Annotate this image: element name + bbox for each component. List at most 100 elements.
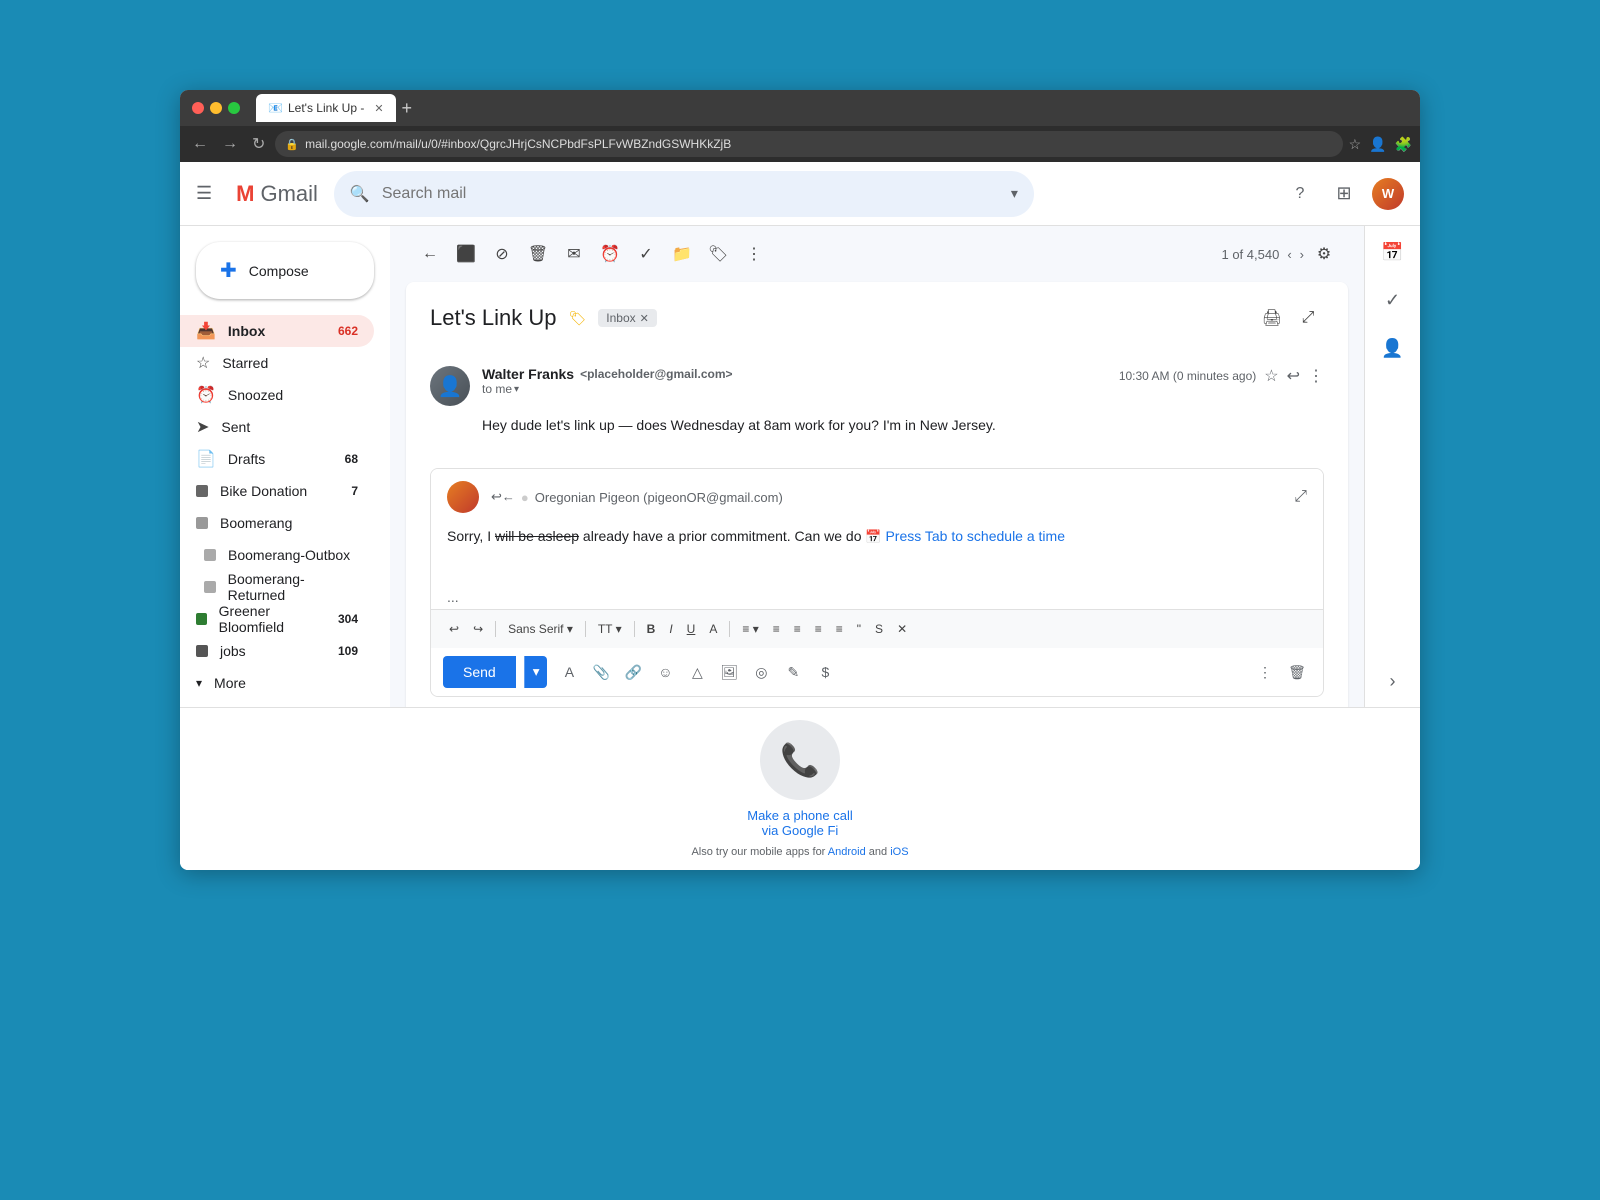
blockquote-button[interactable]: " — [851, 618, 867, 640]
drafts-badge: 68 — [345, 452, 358, 466]
minimize-traffic-light[interactable] — [210, 102, 222, 114]
forward-button[interactable]: → — [218, 131, 242, 157]
profile-icon[interactable]: 👤 — [1369, 136, 1386, 153]
insert-photo-button[interactable]: 🖼 — [715, 658, 743, 686]
to-me-label[interactable]: to me ▾ — [482, 382, 1107, 396]
clear-format-button[interactable]: ✕ — [891, 618, 913, 640]
font-size-button[interactable]: TT ▾ — [592, 618, 628, 640]
browser-tab-active[interactable]: 📧 Let's Link Up - ✕ — [256, 94, 396, 122]
search-dropdown-icon[interactable]: ▾ — [1011, 185, 1018, 202]
sidebar-item-drafts[interactable]: 📄 Drafts 68 — [180, 443, 374, 475]
close-traffic-light[interactable] — [192, 102, 204, 114]
sidebar-item-more[interactable]: ▾ More — [180, 667, 374, 699]
sidebar-item-snoozed[interactable]: ⏰ Snoozed — [180, 379, 374, 411]
sidebar-item-boomerang-outbox[interactable]: Boomerang-Outbox — [180, 539, 374, 571]
indent-less-button[interactable]: ≡ — [809, 618, 828, 640]
delete-button[interactable]: 🗑 — [522, 238, 554, 270]
insert-signature-button[interactable]: ◎ — [747, 658, 775, 686]
sidebar-item-jobs[interactable]: jobs 109 — [180, 635, 374, 667]
numbered-list-button[interactable]: ≡ — [767, 618, 786, 640]
drive-button[interactable]: △ — [683, 658, 711, 686]
smart-reply-hint[interactable]: Press Tab to schedule a time — [885, 528, 1065, 544]
reply-body[interactable]: Sorry, I will be asleep already have a p… — [431, 525, 1323, 585]
report-spam-button[interactable]: ⊘ — [486, 238, 518, 270]
reply-strikethrough: will be asleep — [495, 528, 579, 544]
attach-file-button[interactable]: 📎 — [587, 658, 615, 686]
right-panel-expand-button[interactable]: › — [1375, 663, 1411, 699]
print-button[interactable]: 🖨 — [1256, 302, 1288, 334]
bike-donation-dot — [196, 485, 208, 497]
pencil-button[interactable]: ✎ — [779, 658, 807, 686]
prev-email-button[interactable]: ‹ — [1287, 247, 1291, 262]
right-panel-calendar-button[interactable]: 📅 — [1375, 234, 1411, 270]
right-panel-tasks-button[interactable]: ✓ — [1375, 282, 1411, 318]
insert-emoji-button[interactable]: ☺ — [651, 658, 679, 686]
sidebar-item-greener-bloomfield[interactable]: Greener Bloomfield 304 — [180, 603, 374, 635]
bold-button[interactable]: B — [641, 618, 662, 640]
send-button[interactable]: Send — [443, 656, 516, 688]
archive-button[interactable]: ⬛ — [450, 238, 482, 270]
back-to-list-button[interactable]: ← — [414, 238, 446, 270]
redo-button[interactable]: ↪ — [467, 618, 489, 640]
bulleted-list-button[interactable]: ≡ — [788, 618, 807, 640]
maximize-traffic-light[interactable] — [228, 102, 240, 114]
search-input[interactable] — [382, 185, 999, 203]
text-format-icon-btn[interactable]: A — [555, 658, 583, 686]
help-button[interactable]: ? — [1284, 178, 1316, 210]
move-to-button[interactable]: 📁 — [666, 238, 698, 270]
search-box[interactable]: 🔍 ▾ — [334, 171, 1034, 217]
sidebar-item-inbox[interactable]: 📥 Inbox 662 — [180, 315, 374, 347]
more-toolbar-button[interactable]: ⋮ — [738, 238, 770, 270]
extensions-icon[interactable]: 🧩 — [1395, 136, 1412, 153]
format-separator-1 — [495, 621, 496, 637]
hamburger-menu[interactable]: ☰ — [196, 183, 212, 204]
phone-call-link[interactable]: Make a phone call via Google Fi — [747, 808, 853, 838]
discard-draft-button[interactable]: 🗑 — [1283, 658, 1311, 686]
label-button[interactable]: 🏷 — [702, 238, 734, 270]
reply-expand-button[interactable]: ⤢ — [1294, 488, 1307, 506]
sidebar-item-boomerang-returned[interactable]: Boomerang-Returned — [180, 571, 374, 603]
jobs-label: jobs — [220, 643, 246, 659]
sidebar-item-boomerang[interactable]: Boomerang — [180, 507, 374, 539]
refresh-button[interactable]: ↻ — [248, 130, 269, 158]
user-avatar[interactable]: W — [1372, 178, 1404, 210]
back-button[interactable]: ← — [188, 131, 212, 157]
sidebar-item-bike-donation[interactable]: Bike Donation 7 — [180, 475, 374, 507]
align-button[interactable]: ≡ ▾ — [736, 618, 764, 640]
reply-message-button[interactable]: ↩ — [1287, 366, 1300, 386]
star-message-button[interactable]: ☆ — [1264, 366, 1278, 386]
android-link[interactable]: Android — [828, 846, 866, 858]
mark-unread-button[interactable]: ✉ — [558, 238, 590, 270]
done-button[interactable]: ✓ — [630, 238, 662, 270]
reply-more-button[interactable]: ⋮ — [1251, 658, 1279, 686]
strikethrough-button[interactable]: S — [869, 618, 889, 640]
boomerang-outbox-label: Boomerang-Outbox — [228, 547, 350, 563]
font-family-button[interactable]: Sans Serif ▾ — [502, 618, 579, 640]
meet-section-header: Meet New — [180, 699, 390, 707]
sidebar-item-starred[interactable]: ☆ Starred — [180, 347, 374, 379]
settings-button[interactable]: ⚙ — [1308, 238, 1340, 270]
sidebar-item-sent[interactable]: ➤ Sent — [180, 411, 374, 443]
undo-button[interactable]: ↩ — [443, 618, 465, 640]
new-tab-button[interactable]: + — [402, 98, 413, 119]
expand-button[interactable]: ⤢ — [1292, 302, 1324, 334]
ios-link[interactable]: iOS — [890, 846, 908, 858]
compose-button[interactable]: ✚ Compose — [196, 242, 374, 299]
text-color-button[interactable]: A — [703, 618, 723, 640]
bookmark-icon[interactable]: ☆ — [1349, 136, 1362, 153]
inbox-tag-close[interactable]: ✕ — [640, 312, 649, 325]
next-email-button[interactable]: › — [1300, 247, 1304, 262]
send-dropdown-button[interactable]: ▾ — [524, 656, 548, 688]
snooze-button[interactable]: ⏰ — [594, 238, 626, 270]
apps-button[interactable]: ⊞ — [1328, 178, 1360, 210]
underline-button[interactable]: U — [681, 618, 702, 640]
indent-more-button[interactable]: ≡ — [830, 618, 849, 640]
confidential-button[interactable]: $ — [811, 658, 839, 686]
insert-link-button[interactable]: 🔗 — [619, 658, 647, 686]
italic-button[interactable]: I — [663, 618, 678, 640]
message-more-button[interactable]: ⋮ — [1308, 366, 1324, 386]
address-bar[interactable]: 🔒 mail.google.com/mail/u/0/#inbox/QgrcJH… — [275, 131, 1342, 157]
right-panel-contacts-button[interactable]: 👤 — [1375, 330, 1411, 366]
tab-close-button[interactable]: ✕ — [374, 102, 383, 115]
inbox-tag[interactable]: Inbox ✕ — [598, 309, 657, 327]
